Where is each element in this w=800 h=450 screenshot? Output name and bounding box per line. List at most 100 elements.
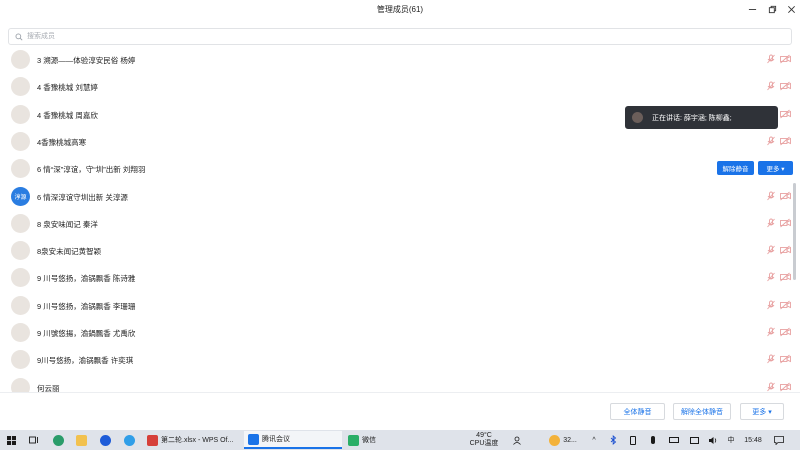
muted-microphone-icon[interactable] <box>766 81 776 91</box>
member-avatar <box>11 50 30 69</box>
wps-icon <box>147 434 158 446</box>
close-button[interactable] <box>785 3 797 15</box>
network-icon[interactable] <box>688 430 700 450</box>
cpu-temperature-widget[interactable]: 49°C CPU温度 <box>464 430 504 450</box>
muted-microphone-icon[interactable] <box>766 354 776 364</box>
member-row[interactable]: 8 泉安味闻记 秦洋 <box>0 210 791 237</box>
people-icon <box>513 436 521 445</box>
taskbar-app-tencent-meeting[interactable]: 腾讯会议 <box>244 431 342 449</box>
lenovo-app-button[interactable] <box>98 430 112 450</box>
battery-icon[interactable] <box>668 430 680 450</box>
title-bar: 管理成员(61) <box>0 0 800 20</box>
minimize-button[interactable] <box>746 3 758 15</box>
start-button[interactable] <box>4 430 18 450</box>
member-row[interactable]: 6 情“深”淳谊，守“圳”出新 刘翔羽 解除静音 更多 ▾ <box>0 155 793 182</box>
member-name: 3 溯源——体验淳安民俗 杨婷 <box>37 56 136 65</box>
edge-icon <box>52 434 64 446</box>
clock[interactable]: 15:48 <box>741 430 765 450</box>
camera-off-icon[interactable] <box>780 354 791 364</box>
camera-off-icon[interactable] <box>780 54 791 64</box>
restore-icon <box>768 5 776 13</box>
volume-icon[interactable] <box>707 430 719 450</box>
muted-microphone-icon[interactable] <box>766 382 776 392</box>
member-name: 何云丽 <box>37 383 60 392</box>
muted-microphone-icon[interactable] <box>766 245 776 255</box>
member-row[interactable]: 9 川号悠扬，渝锅飘香 李珊珊 <box>0 292 791 319</box>
taskbar-app-label: 第二轮.xlsx - WPS Of... <box>161 437 234 444</box>
muted-microphone-icon[interactable] <box>766 191 776 201</box>
camera-off-icon[interactable] <box>780 300 791 310</box>
muted-microphone-icon[interactable] <box>766 327 776 337</box>
camera-off-icon[interactable] <box>780 245 791 255</box>
member-row[interactable]: 9川号悠扬，渝锅飘香 许奕琪 <box>0 346 791 373</box>
member-row[interactable]: 何云丽 <box>0 374 791 392</box>
restore-button[interactable] <box>766 3 778 15</box>
member-avatar <box>11 104 30 124</box>
muted-microphone-icon[interactable] <box>766 54 776 64</box>
app-button[interactable] <box>122 430 136 450</box>
member-row[interactable]: 9 川号悠扬，渝锅飘香 陈诗雅 <box>0 264 791 291</box>
camera-off-icon[interactable] <box>780 218 791 228</box>
taskbar-app-wechat[interactable]: 微信 <box>344 431 442 449</box>
muted-microphone-icon[interactable] <box>766 136 776 146</box>
camera-off-icon[interactable] <box>780 81 791 91</box>
member-name: 9 川號悠揚，渝鍋飄香 尤禹欣 <box>37 329 136 338</box>
unmute-member-button[interactable]: 解除静音 <box>717 161 754 176</box>
muted-microphone-icon[interactable] <box>766 300 776 310</box>
people-button[interactable] <box>512 430 524 450</box>
camera-off-icon[interactable] <box>780 136 791 146</box>
member-row[interactable]: 9 川號悠揚，渝鍋飄香 尤禹欣 <box>0 319 791 346</box>
member-name: 9川号悠扬，渝锅飘香 许奕琪 <box>37 356 134 366</box>
chevron-up-icon[interactable]: ^ <box>589 430 599 450</box>
notification-center-button[interactable] <box>772 430 786 450</box>
member-row[interactable]: 4 香豫桃城 刘慧婷 <box>0 73 791 100</box>
task-view-icon <box>29 436 38 443</box>
camera-off-icon[interactable] <box>780 109 791 119</box>
cpu-temperature-label: CPU温度 <box>469 440 499 447</box>
bluetooth-icon[interactable] <box>608 430 618 450</box>
member-name: 4 香豫桃城 周嘉欣 <box>37 110 98 120</box>
camera-off-icon[interactable] <box>780 272 791 282</box>
member-more-button[interactable]: 更多 ▾ <box>758 161 793 176</box>
member-avatar <box>11 213 30 233</box>
member-row[interactable]: 8泉安未闻记黄智颖 <box>0 237 791 264</box>
speaking-text: 正在讲话: 薛宇涵; 陈柳鑫; <box>652 115 732 122</box>
folder-icon <box>75 434 87 446</box>
mute-all-button[interactable]: 全体静音 <box>610 403 665 420</box>
search-box <box>8 28 792 45</box>
member-row[interactable]: 4香豫桃城高寒 <box>0 128 791 155</box>
more-actions-button[interactable]: 更多 ▾ <box>740 403 784 420</box>
search-input[interactable] <box>27 30 767 43</box>
member-name: 6 情深淳谊守圳出新 关淳源 <box>37 192 128 202</box>
muted-microphone-icon[interactable] <box>766 272 776 282</box>
taskbar-app-wps[interactable]: 第二轮.xlsx - WPS Of... <box>143 431 241 449</box>
member-name: 4香豫桃城高寒 <box>37 137 87 147</box>
manage-members-window: 管理成员(61) 3 溯源——体验淳安民俗 杨婷 4 香豫桃城 刘慧婷 4 香豫桃城… <box>0 0 800 450</box>
camera-off-icon[interactable] <box>780 382 791 392</box>
input-method-indicator[interactable]: 中 <box>725 430 737 450</box>
camera-off-icon[interactable] <box>780 327 791 337</box>
list-scrollbar[interactable] <box>793 183 796 280</box>
speaking-indicator: 正在讲话: 薛宇涵; 陈柳鑫; <box>625 106 778 129</box>
camera-off-icon[interactable] <box>780 191 791 201</box>
member-name: 6 情“深”淳谊，守“圳”出新 刘翔羽 <box>37 165 146 175</box>
file-explorer-button[interactable] <box>74 430 88 450</box>
task-view-button[interactable] <box>27 430 41 450</box>
wechat-icon <box>348 434 359 446</box>
microphone-icon[interactable] <box>648 430 658 450</box>
app-circle-icon <box>123 434 135 446</box>
muted-microphone-icon[interactable] <box>766 218 776 228</box>
member-row[interactable]: 淳源 6 情深淳谊守圳出新 关淳源 <box>0 183 791 210</box>
member-list: 3 溯源——体验淳安民俗 杨婷 4 香豫桃城 刘慧婷 4 香豫桃城 周嘉欣 4香豫桃城… <box>0 46 800 392</box>
edge-browser-button[interactable] <box>51 430 65 450</box>
speaker-avatar <box>632 112 643 123</box>
minimize-icon <box>748 8 756 10</box>
member-avatar <box>11 241 30 261</box>
weather-text: 32... <box>563 436 577 444</box>
member-avatar <box>11 295 30 315</box>
weather-widget[interactable]: 32... <box>543 430 583 450</box>
unmute-all-button[interactable]: 解除全体静音 <box>673 403 731 420</box>
close-icon <box>787 5 795 13</box>
member-row[interactable]: 3 溯源——体验淳安民俗 杨婷 <box>0 46 791 73</box>
usb-icon[interactable] <box>628 430 638 450</box>
